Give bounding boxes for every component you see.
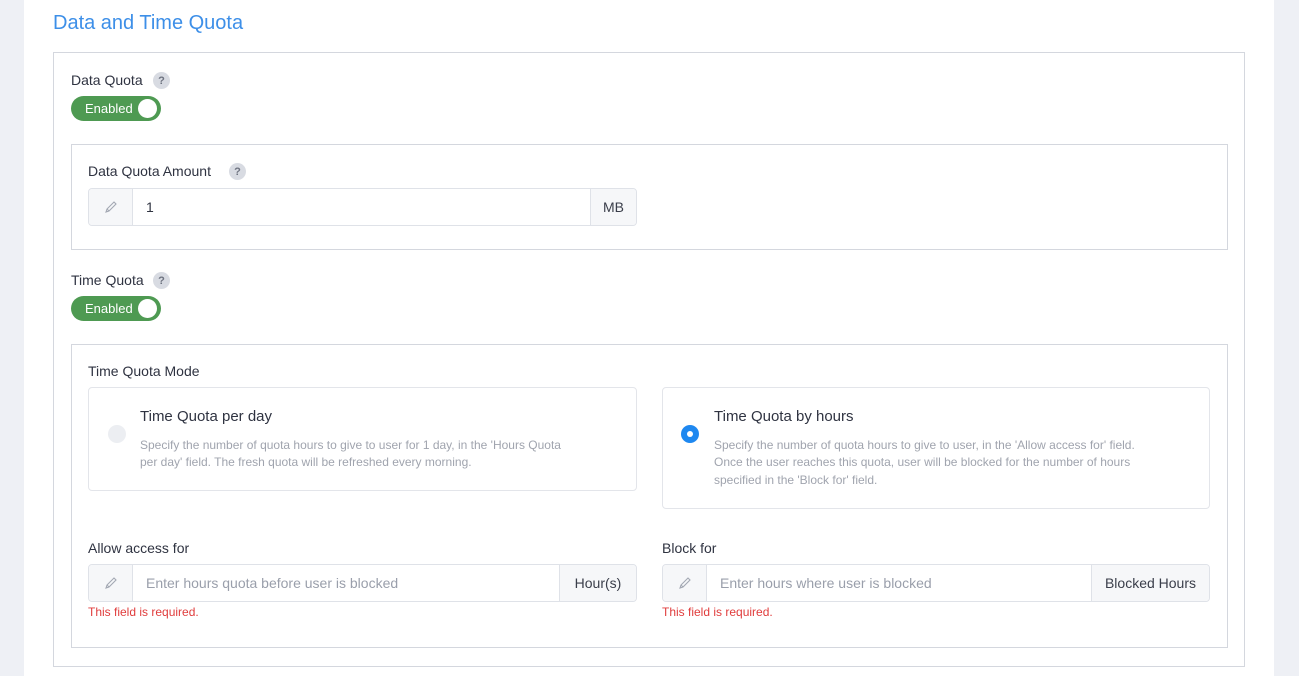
toggle-label: Enabled <box>85 301 133 316</box>
mode-option-by-hours[interactable]: Time Quota by hours Specify the number o… <box>662 387 1210 509</box>
toggle-knob <box>138 299 157 318</box>
block-for-group: Blocked Hours <box>662 564 1210 602</box>
time-quota-label: Time Quota <box>71 272 144 288</box>
block-for-unit: Blocked Hours <box>1091 565 1209 601</box>
pencil-icon <box>89 189 133 225</box>
allow-access-group: Hour(s) <box>88 564 637 602</box>
block-for-error: This field is required. <box>662 605 773 619</box>
data-quota-amount-input[interactable] <box>133 189 590 225</box>
mode-title-per-day: Time Quota per day <box>140 408 273 425</box>
allow-access-input[interactable] <box>133 565 559 601</box>
radio-by-hours[interactable] <box>681 425 699 443</box>
pencil-icon <box>663 565 707 601</box>
allow-access-label: Allow access for <box>88 540 190 556</box>
block-for-input[interactable] <box>707 565 1091 601</box>
time-quota-mode-label: Time Quota Mode <box>88 363 200 379</box>
question-icon[interactable]: ? <box>153 72 170 89</box>
data-quota-unit: MB <box>590 189 636 225</box>
toggle-label: Enabled <box>85 101 133 116</box>
data-quota-amount-group: MB <box>88 188 637 226</box>
allow-access-error: This field is required. <box>88 605 199 619</box>
radio-per-day[interactable] <box>108 425 126 443</box>
mode-desc-by-hours-line2: Once the user reaches this quota, user w… <box>714 455 1131 469</box>
pencil-icon <box>89 565 133 601</box>
mode-desc-by-hours-line3: specified in the 'Block for' field. <box>714 473 878 487</box>
question-icon[interactable]: ? <box>153 272 170 289</box>
data-quota-toggle[interactable]: Enabled <box>71 96 161 121</box>
mode-desc-by-hours-line1: Specify the number of quota hours to giv… <box>714 438 1135 452</box>
time-quota-toggle[interactable]: Enabled <box>71 296 161 321</box>
allow-access-unit: Hour(s) <box>559 565 636 601</box>
data-quota-label: Data Quota <box>71 72 143 88</box>
mode-title-by-hours: Time Quota by hours <box>714 408 854 425</box>
data-quota-amount-label: Data Quota Amount <box>88 163 211 179</box>
block-for-label: Block for <box>662 540 717 556</box>
section-title: Data and Time Quota <box>53 12 244 34</box>
mode-desc-per-day-line1: Specify the number of quota hours to giv… <box>140 438 561 452</box>
mode-desc-per-day-line2: per day' field. The fresh quota will be … <box>140 455 472 469</box>
mode-option-per-day[interactable]: Time Quota per day Specify the number of… <box>88 387 637 491</box>
question-icon[interactable]: ? <box>229 163 246 180</box>
toggle-knob <box>138 99 157 118</box>
